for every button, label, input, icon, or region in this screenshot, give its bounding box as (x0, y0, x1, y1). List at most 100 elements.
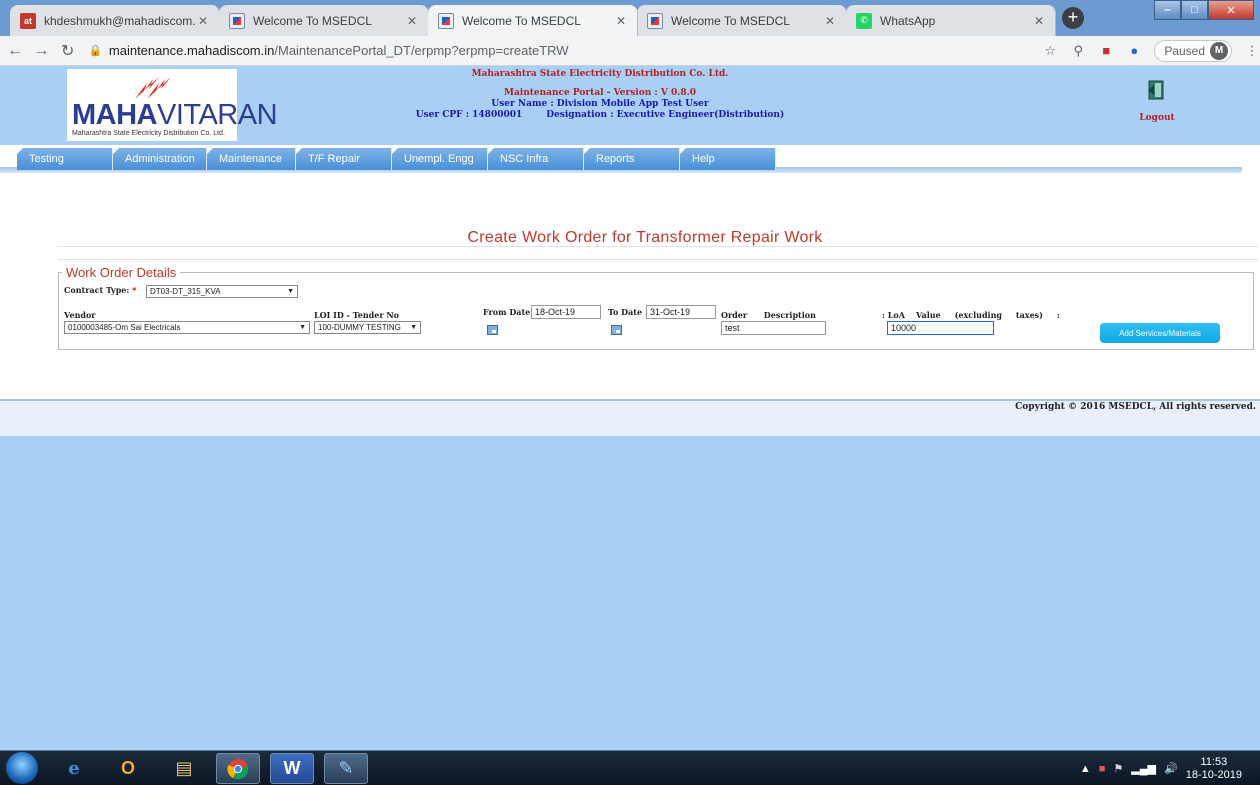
taskbar-clock[interactable]: 11:53 18-10-2019 (1186, 756, 1242, 782)
logout-button[interactable]: Logout (1127, 79, 1187, 123)
loa-value-label: : LoA Value (excluding taxes) : (882, 310, 1060, 320)
browser-titlebar: at khdeshmukh@mahadiscom.in... ✕ Welcome… (0, 0, 1260, 36)
menu-item-testing[interactable]: Testing (17, 148, 113, 170)
logo-wordmark-rest: VITARAN (157, 99, 278, 131)
logo-wordmark-bold: MAHA (72, 99, 158, 131)
tab-strip: at khdeshmukh@mahadiscom.in... ✕ Welcome… (10, 5, 1056, 36)
browser-tab-msedcl-3[interactable]: Welcome To MSEDCL ✕ (637, 5, 847, 36)
loi-tender-select[interactable]: 100-DUMMY TESTING ▼ (314, 321, 421, 334)
chrome-logo-icon (227, 758, 249, 779)
chevron-down-icon: ▼ (410, 324, 417, 331)
browser-tab-msedcl-1[interactable]: Welcome To MSEDCL ✕ (219, 5, 429, 36)
search-icon[interactable]: ⚲ (1070, 43, 1086, 59)
browser-toolbar: ← → ↻ 🔒 maintenance.mahadiscom.in/Mainte… (0, 36, 1260, 66)
to-date-input[interactable]: 31-Oct-19 (646, 305, 716, 319)
bookmark-star-icon[interactable]: ☆ (1042, 43, 1058, 59)
menu-item-unempl-engg[interactable]: Unempl. Engg (392, 148, 488, 170)
minimize-icon[interactable]: – (1154, 0, 1181, 20)
close-tab-icon[interactable]: ✕ (195, 14, 211, 28)
mail-icon: at (20, 12, 36, 29)
url-host: maintenance.mahadiscom.in (108, 43, 275, 58)
user-designation: Designation : Executive Engineer(Distrib… (546, 110, 785, 120)
main-menu-bar: Testing Administration Maintenance T/F R… (0, 145, 1260, 173)
extension-globe-icon[interactable]: ● (1126, 43, 1142, 58)
from-date-input[interactable]: 18-Oct-19 (531, 305, 601, 319)
panel-legend: Work Order Details (66, 265, 177, 280)
menu-item-administration[interactable]: Administration (113, 148, 207, 170)
contract-type-value: DT03-DT_315_KVA (150, 287, 221, 296)
menu-item-tf-repair[interactable]: T/F Repair (296, 148, 392, 170)
calendar-icon[interactable] (487, 325, 498, 335)
menu-item-reports[interactable]: Reports (584, 148, 680, 170)
browser-tab-whatsapp[interactable]: ✆ WhatsApp ✕ (846, 5, 1056, 36)
close-tab-icon[interactable]: ✕ (613, 14, 629, 28)
browser-tab-msedcl-active[interactable]: Welcome To MSEDCL ✕ (428, 5, 638, 36)
back-arrow-icon[interactable]: ← (4, 42, 26, 60)
copyright-text: Copyright © 2016 MSEDCL, All rights rese… (1015, 402, 1256, 412)
close-tab-icon[interactable]: ✕ (822, 14, 838, 28)
menu-item-help[interactable]: Help (680, 148, 776, 170)
user-name: User Name : Division Mobile App Test Use… (491, 99, 709, 109)
header-info: Maharashtra State Electricity Distributi… (360, 69, 840, 121)
calendar-icon[interactable] (611, 325, 622, 335)
reload-icon[interactable]: ↻ (57, 41, 79, 61)
close-tab-icon[interactable]: ✕ (404, 14, 420, 28)
clock-date: 18-10-2019 (1185, 768, 1242, 781)
contract-type-label-text: Contract Type: (64, 285, 130, 295)
msedcl-favicon-icon (229, 12, 245, 29)
profile-status: Paused (1164, 43, 1206, 58)
internet-explorer-icon[interactable]: e (52, 753, 96, 784)
tray-app-icon[interactable]: ■ (1099, 763, 1106, 775)
browser-tab-mail[interactable]: at khdeshmukh@mahadiscom.in... ✕ (10, 5, 220, 36)
address-bar[interactable]: 🔒 maintenance.mahadiscom.in/MaintenanceP… (89, 40, 1036, 62)
logo-lightning-icon (135, 77, 171, 99)
loa-value-input[interactable]: 10000 (887, 321, 994, 335)
divider (58, 246, 1258, 247)
vendor-value: 0100003485-Om Sai Electricals (68, 323, 181, 332)
order-description-input[interactable]: test (721, 321, 826, 335)
menu-item-nsc-infra[interactable]: NSC Infra (488, 148, 584, 170)
extension-icon[interactable]: ■ (1098, 43, 1114, 58)
network-signal-icon[interactable]: ▂▄▆ (1131, 762, 1156, 775)
start-button[interactable] (6, 752, 38, 784)
add-services-materials-button[interactable]: Add Services/Materials (1100, 323, 1220, 343)
more-menu-icon[interactable]: ⋮ (1244, 43, 1260, 59)
file-explorer-icon[interactable]: ▤ (162, 753, 206, 784)
logout-door-icon (1148, 80, 1164, 100)
contract-type-select[interactable]: DT03-DT_315_KVA ▼ (146, 285, 298, 298)
tab-title: Welcome To MSEDCL (671, 13, 790, 28)
action-center-flag-icon[interactable]: ⚑ (1113, 762, 1123, 775)
user-details-row: User CPF : 14800001 Designation : Execut… (360, 110, 840, 121)
msedcl-favicon-icon (438, 12, 454, 29)
work-order-details-panel: Work Order Details Contract Type: * DT03… (58, 265, 1254, 350)
show-hidden-icons-icon[interactable]: ▲ (1080, 763, 1091, 775)
chrome-icon[interactable] (216, 753, 260, 784)
avatar: M (1210, 41, 1229, 60)
maximize-icon[interactable]: □ (1181, 0, 1208, 20)
contract-type-label: Contract Type: * (64, 285, 136, 295)
volume-icon[interactable]: 🔊 (1164, 762, 1178, 775)
logo-subtitle: Maharashtra State Electricity Distributi… (72, 130, 225, 137)
whatsapp-icon: ✆ (856, 12, 872, 29)
vendor-select[interactable]: 0100003485-Om Sai Electricals ▼ (64, 321, 310, 334)
user-cpf: User CPF : 14800001 (415, 110, 523, 120)
tab-title: WhatsApp (880, 13, 936, 28)
outlook-icon[interactable]: O (106, 753, 150, 784)
close-tab-icon[interactable]: ✕ (1031, 14, 1047, 28)
new-tab-button[interactable]: + (1062, 7, 1084, 29)
word-icon[interactable]: W (270, 753, 314, 784)
forward-arrow-icon[interactable]: → (30, 42, 52, 60)
msedcl-favicon-icon (647, 12, 663, 29)
loi-label: LOI ID - Tender No (314, 310, 399, 320)
order-description-label: Order Description (721, 310, 816, 320)
logo-wordmark: MAHAVITARAN (72, 99, 278, 131)
lock-icon: 🔒 (88, 45, 103, 57)
chevron-down-icon: ▼ (287, 288, 294, 295)
close-window-icon[interactable]: ✕ (1208, 0, 1254, 20)
chevron-down-icon: ▼ (299, 324, 306, 331)
profile-button[interactable]: Paused M (1154, 39, 1233, 62)
organization-name: Maharashtra State Electricity Distributi… (471, 69, 729, 79)
mahavitaran-logo: MAHAVITARAN Maharashtra State Electricit… (67, 69, 278, 141)
notepad-icon[interactable]: ✎ (324, 753, 368, 784)
menu-item-maintenance[interactable]: Maintenance (207, 148, 296, 170)
